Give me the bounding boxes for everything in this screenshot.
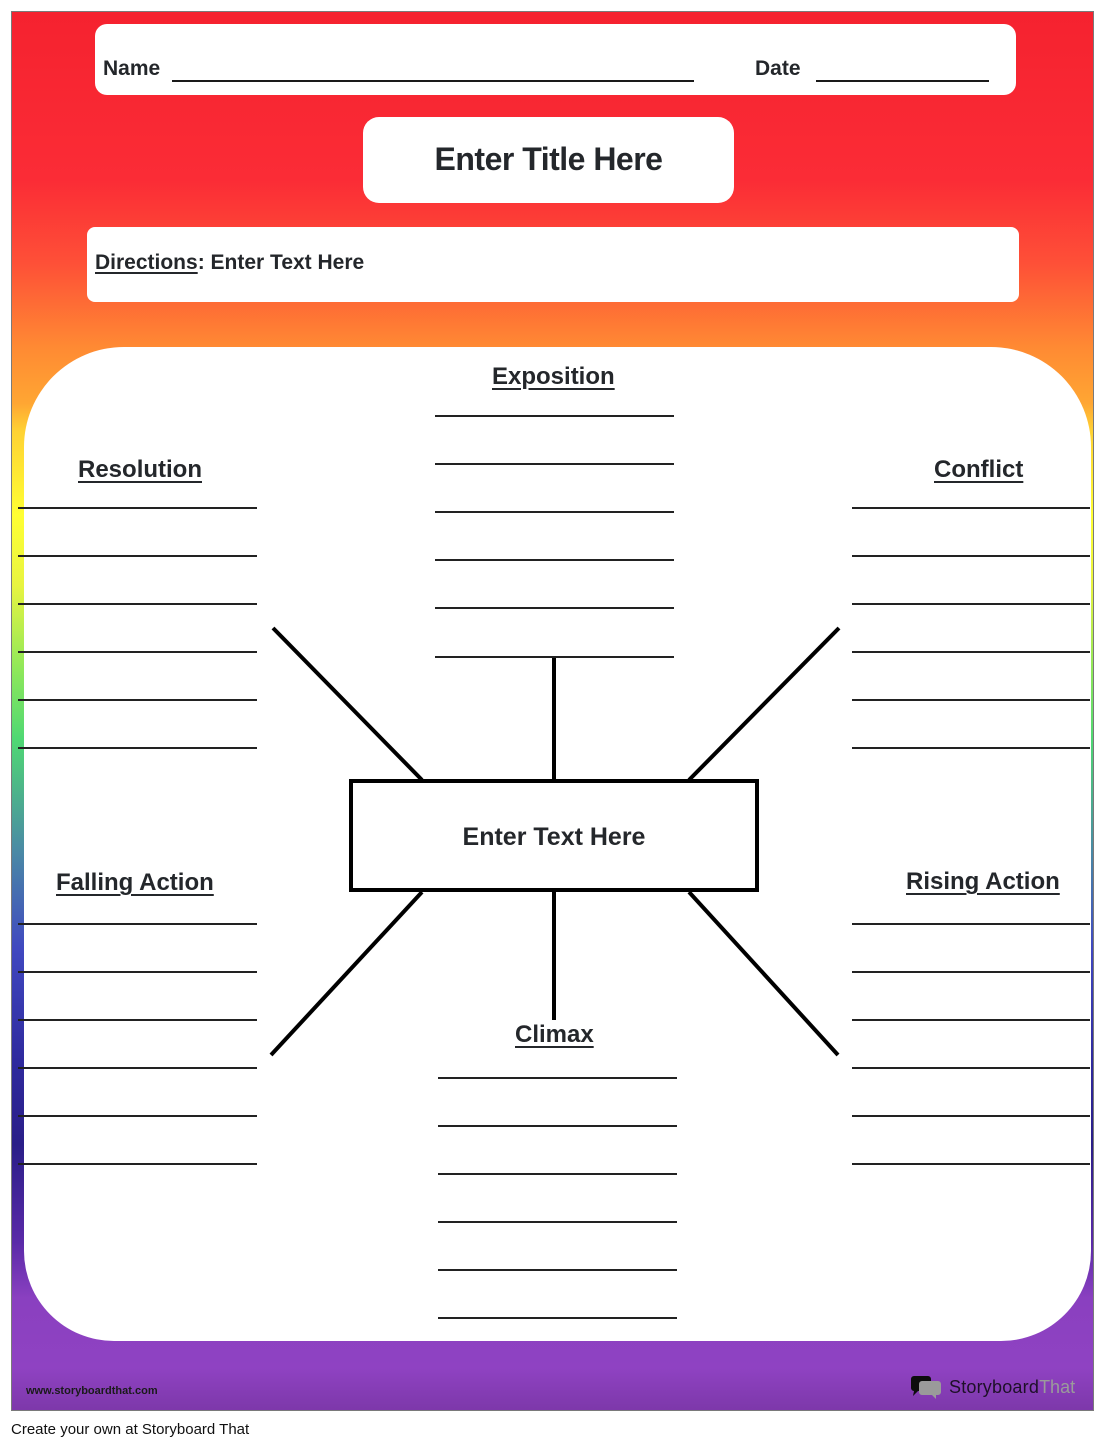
conflict-line[interactable] [852,651,1090,653]
conflict-line[interactable] [852,507,1090,509]
name-date-card: Name Date [95,24,1016,95]
rising-action-line[interactable] [852,923,1090,925]
website-watermark: www.storyboardthat.com [26,1385,158,1397]
conflict-line[interactable] [852,699,1090,701]
falling-action-line[interactable] [18,1115,257,1117]
conflict-heading: Conflict [934,456,1024,483]
climax-line[interactable] [438,1077,677,1079]
resolution-line[interactable] [18,555,257,557]
directions[interactable]: Directions: Enter Text Here [95,251,364,275]
date-label: Date [755,57,801,80]
resolution-line[interactable] [18,699,257,701]
climax-line[interactable] [438,1125,677,1127]
storyboardthat-logo[interactable]: Storyboard That [909,1374,1075,1400]
falling-action-line[interactable] [18,1067,257,1069]
climax-line[interactable] [438,1173,677,1175]
conflict-line[interactable] [852,555,1090,557]
rising-action-line[interactable] [852,971,1090,973]
conflict-line[interactable] [852,603,1090,605]
falling-action-line[interactable] [18,1163,257,1165]
falling-action-line[interactable] [18,923,257,925]
worksheet-title[interactable]: Enter Title Here [363,141,734,178]
directions-separator: : [197,251,205,274]
exposition-line[interactable] [435,559,674,561]
title-card: Enter Title Here [363,117,734,203]
central-text: Enter Text Here [462,823,646,851]
footer-link[interactable]: Create your own at Storyboard That [11,1421,249,1438]
conflict-line[interactable] [852,747,1090,749]
climax-line[interactable] [438,1317,677,1319]
falling-action-heading: Falling Action [56,869,214,896]
resolution-line[interactable] [18,651,257,653]
rising-action-line[interactable] [852,1163,1090,1165]
resolution-line[interactable] [18,747,257,749]
exposition-line[interactable] [435,607,674,609]
speech-bubbles-icon [911,1376,941,1399]
exposition-line[interactable] [435,415,674,417]
directions-card: Directions: Enter Text Here [87,227,1019,302]
climax-heading: Climax [515,1021,594,1048]
exposition-line[interactable] [435,511,674,513]
resolution-line[interactable] [18,507,257,509]
exposition-line[interactable] [435,656,674,658]
name-label: Name [103,57,161,80]
exposition-line[interactable] [435,463,674,465]
falling-action-line[interactable] [18,971,257,973]
exposition-heading: Exposition [492,363,615,390]
rising-action-heading: Rising Action [906,868,1060,895]
resolution-line[interactable] [18,603,257,605]
logo-text-that: That [1039,1376,1076,1397]
logo-text-storyboard: Storyboard [949,1376,1040,1397]
name-field[interactable] [172,80,694,82]
date-field[interactable] [816,80,989,82]
falling-action-line[interactable] [18,1019,257,1021]
resolution-heading: Resolution [78,456,202,483]
central-text-box[interactable]: Enter Text Here [349,779,759,892]
climax-line[interactable] [438,1269,677,1271]
rising-action-line[interactable] [852,1067,1090,1069]
directions-label: Directions [95,251,198,274]
directions-text: Enter Text Here [204,251,365,274]
rising-action-line[interactable] [852,1019,1090,1021]
rising-action-line[interactable] [852,1115,1090,1117]
climax-line[interactable] [438,1221,677,1223]
